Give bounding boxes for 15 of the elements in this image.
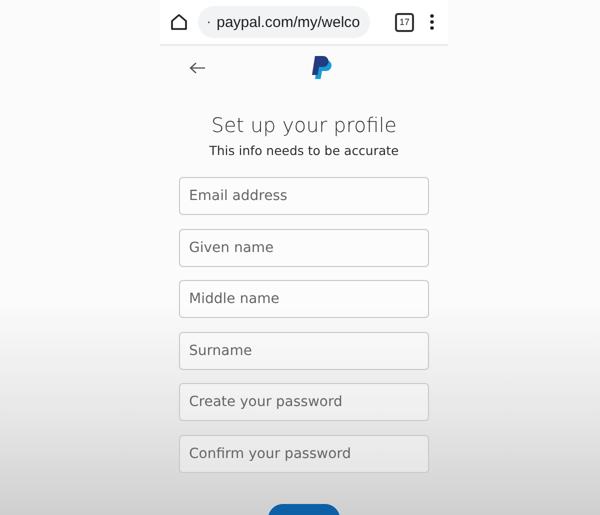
page-subtitle: This info needs to be accurate	[208, 143, 400, 158]
address-bar[interactable]: paypal.com/my/welco	[198, 6, 370, 38]
input-field[interactable]: Given name	[179, 228, 429, 266]
url-text: paypal.com/my/welco	[216, 14, 360, 30]
menu-icon[interactable]	[430, 14, 434, 30]
input-field[interactable]: Email address	[179, 177, 429, 215]
tab-count[interactable]: 17	[395, 12, 414, 32]
home-icon[interactable]	[170, 13, 188, 31]
logo-icon	[311, 55, 333, 81]
input-field[interactable]: Confirm your password	[179, 434, 429, 472]
input-field[interactable]: Middle name	[179, 280, 429, 318]
page-title: Set up your profile	[210, 113, 398, 137]
input-field[interactable]: Create your password	[179, 383, 429, 421]
input-field[interactable]: Surname	[179, 332, 429, 370]
back-arrow-icon[interactable]	[189, 62, 206, 74]
